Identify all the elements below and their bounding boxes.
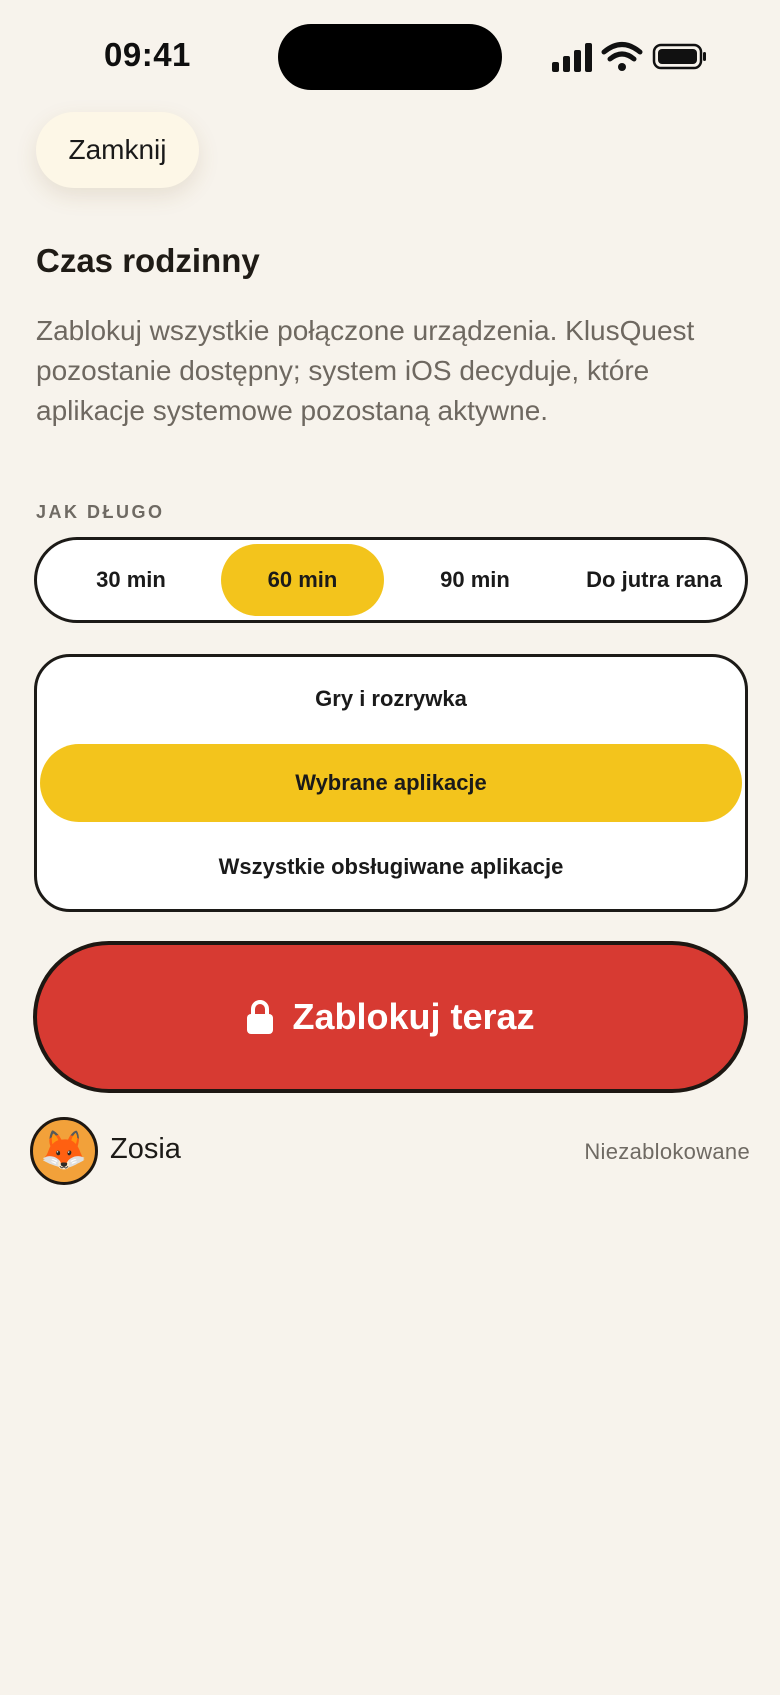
child-row[interactable]: 🦊 Zosia Niezablokowane [30, 1117, 750, 1187]
close-button[interactable]: Zamknij [36, 112, 199, 188]
duration-option-30-min[interactable]: 30 min [44, 544, 218, 616]
dynamic-island [278, 24, 502, 90]
wifi-icon [601, 42, 643, 71]
scope-option-games[interactable]: Gry i rozrywka [40, 660, 742, 738]
duration-section-label: JAK DŁUGO [36, 502, 165, 522]
scope-selector: Gry i rozrywka Wybrane aplikacje Wszystk… [34, 654, 748, 912]
duration-option-90-min[interactable]: 90 min [388, 544, 562, 616]
duration-option-60-min[interactable]: 60 min [221, 544, 384, 616]
scope-option-all-apps[interactable]: Wszystkie obsługiwane aplikacje [40, 828, 742, 906]
status-bar: 09:41 [0, 0, 780, 110]
duration-option-until-morning[interactable]: Do jutra rana [565, 544, 743, 616]
status-icons-svg [552, 42, 706, 72]
description: Zablokuj wszystkie połączone urządzenia.… [36, 315, 695, 426]
scope-option-selected-apps[interactable]: Wybrane aplikacje [40, 744, 742, 822]
avatar: 🦊 [30, 1117, 98, 1185]
duration-segmented-control: 30 min 60 min 90 min Do jutra rana [34, 537, 748, 623]
lock-now-button[interactable]: Zablokuj teraz [33, 941, 748, 1093]
lock-icon [246, 999, 274, 1035]
status-time: 09:41 [104, 36, 191, 73]
battery-icon [652, 43, 706, 70]
lock-now-label: Zablokuj teraz [292, 996, 535, 1037]
status-icons [550, 40, 710, 74]
child-name: Zosia [110, 1133, 181, 1165]
page-title: Czas rodzinny [36, 242, 260, 279]
cellular-signal-icon [552, 43, 592, 72]
status-badge: Niezablokowane [584, 1139, 750, 1164]
